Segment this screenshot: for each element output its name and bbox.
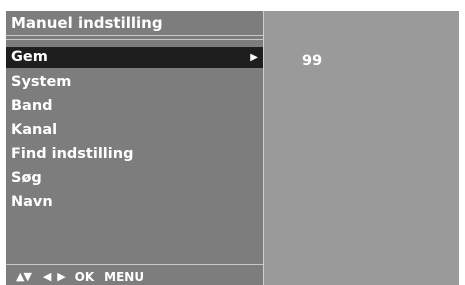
up-down-arrows-icon: ▲▼ — [16, 270, 32, 283]
menu-item-label: Søg — [11, 170, 42, 186]
footer-hint-bar: ▲▼ ◀ ▶ OK MENU — [16, 269, 144, 285]
menu-item-label: System — [11, 74, 72, 90]
osd-screen: Manuel indstilling Gem ▶ System Band Kan… — [6, 11, 459, 285]
menu-item-navn[interactable]: Navn — [6, 190, 263, 214]
menu-item-band[interactable]: Band — [6, 94, 263, 118]
menu-item-kanal[interactable]: Kanal — [6, 118, 263, 142]
ok-hint: OK — [74, 270, 95, 284]
menu-item-label: Navn — [11, 194, 53, 210]
menu-item-system[interactable]: System — [6, 70, 263, 94]
triangle-right-icon: ▶ — [250, 52, 258, 63]
value-panel: 99 — [264, 11, 459, 285]
menu-item-label: Gem — [11, 49, 48, 65]
menu-item-gem[interactable]: Gem ▶ — [6, 47, 263, 68]
menu-item-label: Band — [11, 98, 53, 114]
menu-panel: Manuel indstilling Gem ▶ System Band Kan… — [6, 11, 263, 285]
left-right-arrows-icon: ◀ ▶ — [42, 270, 67, 283]
title-divider-bottom — [6, 39, 263, 40]
menu-item-sog[interactable]: Søg — [6, 166, 263, 190]
menu-item-label: Kanal — [11, 122, 58, 138]
menu-hint: MENU — [104, 270, 145, 284]
program-number-value: 99 — [302, 53, 323, 69]
panel-title: Manuel indstilling — [11, 14, 163, 32]
footer-divider — [6, 264, 263, 265]
menu-item-label: Find indstilling — [11, 146, 134, 162]
menu-item-find-indstilling[interactable]: Find indstilling — [6, 142, 263, 166]
menu-list: Gem ▶ System Band Kanal Find indstilling… — [6, 47, 263, 214]
title-divider-top — [6, 35, 263, 36]
